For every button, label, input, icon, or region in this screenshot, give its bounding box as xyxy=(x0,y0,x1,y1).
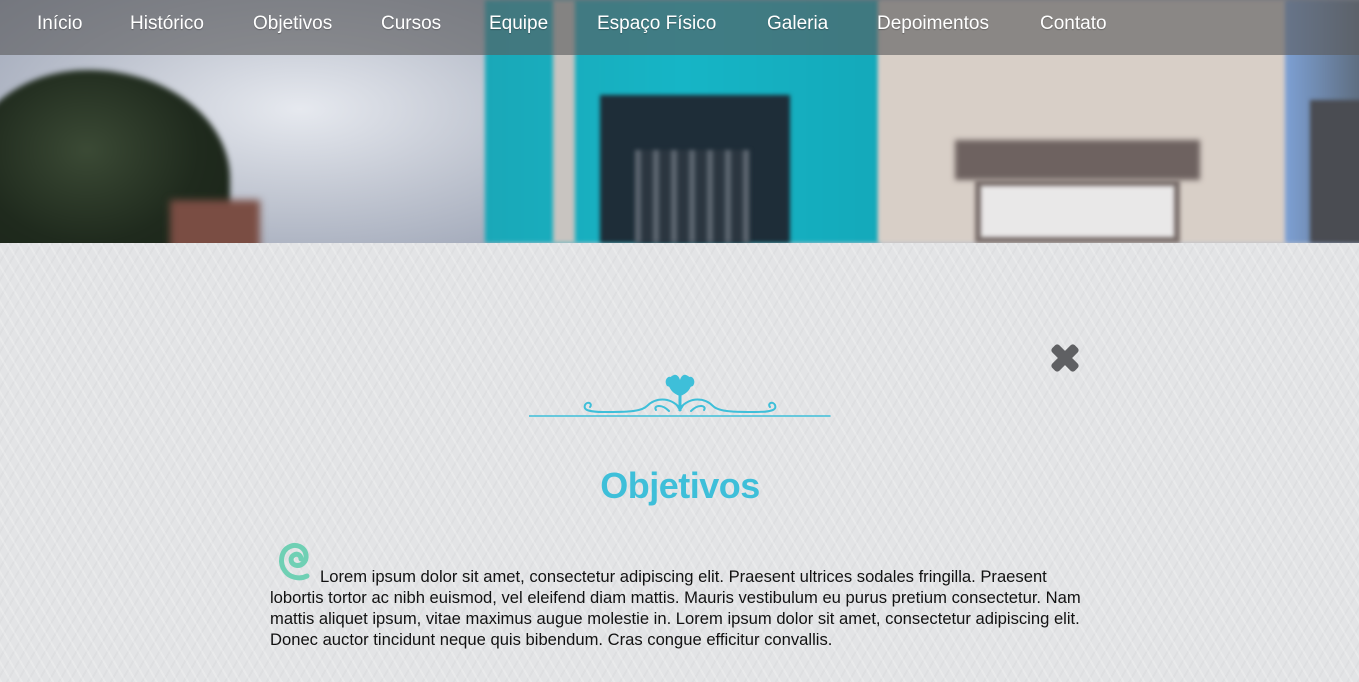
nav-item-objetivos[interactable]: Objetivos xyxy=(253,0,332,48)
main-navbar: Início Histórico Objetivos Cursos Equipe… xyxy=(0,0,1359,55)
ornament-divider-icon xyxy=(528,370,831,420)
modal-content: Lorem ipsum dolor sit amet, consectetur … xyxy=(270,533,1090,650)
objectives-paragraph: Lorem ipsum dolor sit amet, consectetur … xyxy=(270,567,1081,649)
nav-item-contato[interactable]: Contato xyxy=(1040,0,1107,48)
close-icon[interactable] xyxy=(1048,341,1082,375)
nav-item-galeria[interactable]: Galeria xyxy=(767,0,828,48)
section-title: Objetivos xyxy=(600,465,760,507)
nav-item-equipe[interactable]: Equipe xyxy=(489,0,548,48)
nav-item-historico[interactable]: Histórico xyxy=(130,0,204,48)
nav-item-cursos[interactable]: Cursos xyxy=(381,0,441,48)
nav-item-depoimentos[interactable]: Depoimentos xyxy=(877,0,989,48)
swirl-icon xyxy=(271,535,319,583)
nav-item-espaco-fisico[interactable]: Espaço Físico xyxy=(597,0,716,48)
nav-item-inicio[interactable]: Início xyxy=(37,0,82,48)
